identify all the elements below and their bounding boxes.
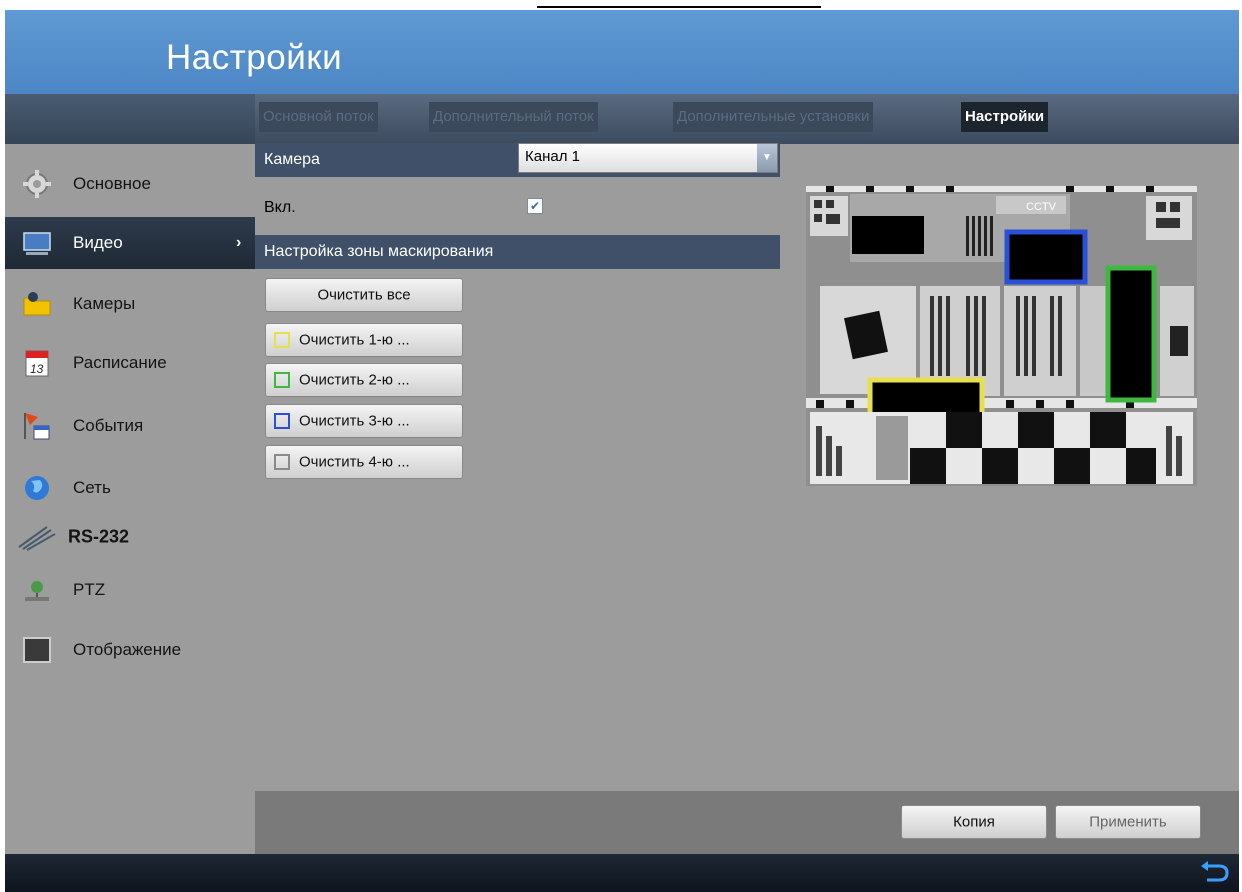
mask-section-header: Настройка зоны маскирования xyxy=(255,235,780,269)
sidebar-item-rs232[interactable]: RS-232 xyxy=(5,511,255,563)
copy-button[interactable]: Копия xyxy=(901,805,1047,839)
zone-4-swatch xyxy=(274,454,290,470)
zone-2-swatch xyxy=(274,372,290,388)
page-title: Настройки xyxy=(166,38,343,77)
clear-zone-1-button[interactable]: Очистить 1-ю ... xyxy=(265,323,463,357)
camera-label: Камера xyxy=(264,151,320,168)
bottom-bar xyxy=(5,854,1239,892)
gear-icon xyxy=(23,170,51,198)
zone-1-swatch xyxy=(274,332,290,348)
sidebar-item-label: Отображение xyxy=(73,640,182,659)
mask-section-label: Настройка зоны маскирования xyxy=(264,243,494,260)
ptz-icon xyxy=(25,581,49,601)
clear-zone-1-label: Очистить 1-ю ... xyxy=(299,331,410,349)
tab-bar: Основной поток Дополнительный поток Допо… xyxy=(255,94,1239,144)
sidebar: Основное Видео › Камеры 13 Расписание Со… xyxy=(5,94,255,854)
top-divider xyxy=(537,6,821,8)
chevron-right-icon: › xyxy=(236,234,242,251)
zone-3-swatch xyxy=(274,413,290,429)
sidebar-item-label: Основное xyxy=(73,174,151,193)
sidebar-header xyxy=(5,94,255,144)
tab-main-stream[interactable]: Основной поток xyxy=(259,102,378,132)
camera-preview[interactable]: CCTV xyxy=(806,186,1197,486)
header: Настройки xyxy=(5,10,1239,94)
tab-sub-stream[interactable]: Дополнительный поток xyxy=(429,102,598,132)
svg-text:CCTV: CCTV xyxy=(1026,201,1057,213)
calendar-icon: 13 xyxy=(25,350,49,377)
clear-zone-3-label: Очистить 3-ю ... xyxy=(299,412,410,430)
display-icon xyxy=(23,637,51,663)
sidebar-item-video[interactable]: Видео › xyxy=(5,217,255,269)
sidebar-item-cameras[interactable]: Камеры xyxy=(5,278,255,330)
clear-zone-4-button[interactable]: Очистить 4-ю ... xyxy=(265,445,463,479)
clear-zone-2-button[interactable]: Очистить 2-ю ... xyxy=(265,363,463,397)
clear-zone-2-label: Очистить 2-ю ... xyxy=(299,371,410,389)
clear-all-label: Очистить все xyxy=(317,286,411,304)
tab-settings[interactable]: Настройки xyxy=(961,102,1049,132)
events-flag-icon xyxy=(24,413,50,440)
sidebar-item-label: RS-232 xyxy=(68,526,130,547)
sidebar-item-network[interactable]: Сеть xyxy=(5,462,255,514)
copy-label: Копия xyxy=(953,813,995,831)
sidebar-item-label: События xyxy=(73,416,144,435)
apply-label: Применить xyxy=(1089,813,1167,831)
cable-icon xyxy=(18,526,56,551)
monitor-icon xyxy=(23,232,51,255)
globe-icon xyxy=(25,476,49,500)
camera-select[interactable]: Канал 1 ▼ xyxy=(518,143,778,173)
test-chart-image: CCTV xyxy=(806,186,1197,486)
folder-icon xyxy=(23,292,51,316)
tab-advanced[interactable]: Дополнительные установки xyxy=(673,102,874,132)
sidebar-item-label: Видео xyxy=(73,233,123,252)
footer-bar: Копия Применить xyxy=(255,791,1239,854)
clear-zone-4-label: Очистить 4-ю ... xyxy=(299,453,410,471)
sidebar-item-label: Камеры xyxy=(73,294,136,313)
clear-zone-3-button[interactable]: Очистить 3-ю ... xyxy=(265,404,463,438)
enable-checkbox[interactable]: ✔ xyxy=(527,198,543,214)
sidebar-item-ptz[interactable]: PTZ xyxy=(5,564,255,616)
sidebar-item-display[interactable]: Отображение xyxy=(5,624,255,676)
sidebar-item-schedule[interactable]: 13 Расписание xyxy=(5,337,255,389)
svg-text:13: 13 xyxy=(30,362,44,376)
main-panel: Основной поток Дополнительный поток Допо… xyxy=(255,94,1239,854)
sidebar-item-label: PTZ xyxy=(73,580,106,599)
clear-all-button[interactable]: Очистить все xyxy=(265,278,463,312)
sidebar-item-events[interactable]: События xyxy=(5,400,255,452)
enable-label: Вкл. xyxy=(264,199,296,216)
sidebar-item-label: Расписание xyxy=(73,353,167,372)
apply-button[interactable]: Применить xyxy=(1055,805,1201,839)
camera-select-value: Канал 1 xyxy=(525,148,580,165)
sidebar-item-general[interactable]: Основное xyxy=(5,158,255,210)
sidebar-item-label: Сеть xyxy=(73,478,111,497)
chevron-down-icon[interactable]: ▼ xyxy=(757,144,777,172)
back-arrow-icon[interactable] xyxy=(1199,860,1231,886)
